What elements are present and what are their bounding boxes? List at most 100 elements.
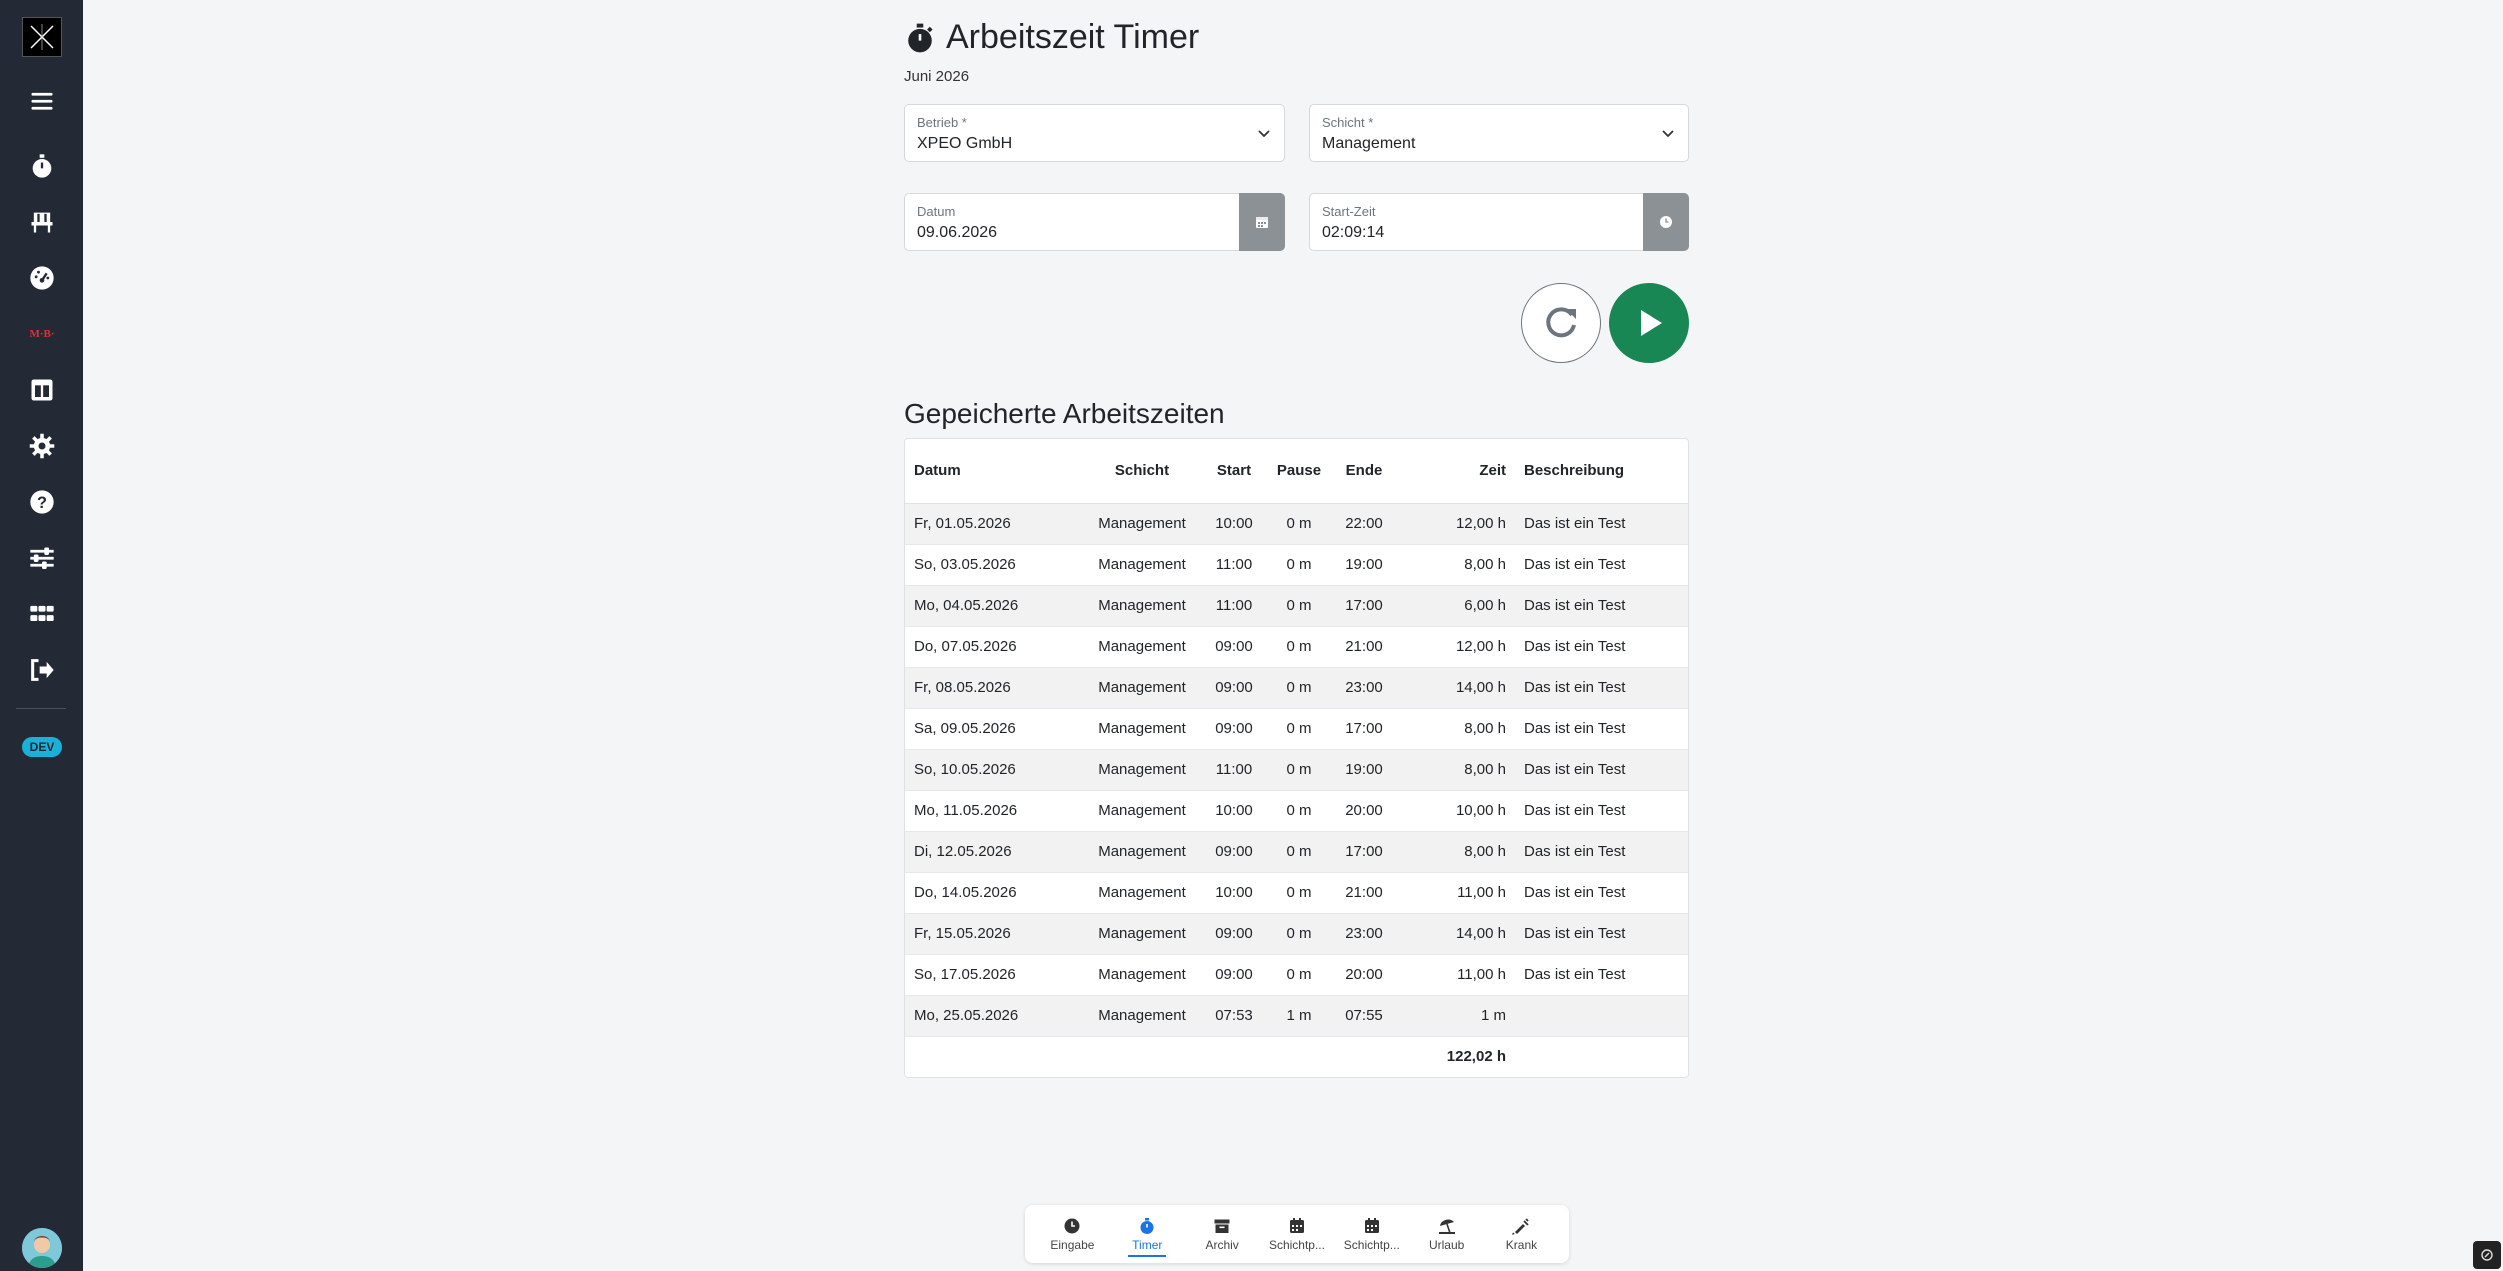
cell-ende: 20:00: [1331, 954, 1397, 996]
cell-beschreibung: Das ist ein Test: [1515, 585, 1688, 627]
nav-item-archiv[interactable]: Archiv: [1187, 1217, 1257, 1252]
cell-zeit: 6,00 h: [1397, 585, 1515, 627]
columns-icon[interactable]: [22, 370, 62, 410]
page-header: Arbeitszeit Timer: [904, 18, 1199, 57]
cell-datum: Do, 14.05.2026: [905, 872, 1083, 914]
table-row[interactable]: Do, 14.05.2026 Management 10:00 0 m 21:00 11,…: [905, 872, 1688, 914]
table-row[interactable]: Fr, 01.05.2026 Management 10:00 0 m 22:00 12,…: [905, 503, 1688, 545]
schicht-label: Schicht *: [1322, 115, 1374, 130]
nav-item-schichtp-2[interactable]: Schichtp...: [1337, 1217, 1407, 1252]
cell-ende: 19:00: [1331, 749, 1397, 791]
corner-widget-button[interactable]: [2473, 1241, 2501, 1269]
nav-item-timer[interactable]: Timer: [1112, 1217, 1182, 1257]
cell-start: 11:00: [1201, 749, 1267, 791]
col-start[interactable]: Start: [1201, 439, 1267, 504]
cell-ende: 17:00: [1331, 831, 1397, 873]
menu-icon[interactable]: [22, 81, 62, 121]
startzeit-value: 02:09:14: [1322, 224, 1385, 241]
col-datum[interactable]: Datum: [905, 439, 1083, 504]
table-row[interactable]: Sa, 09.05.2026 Management 09:00 0 m 17:00 8,0…: [905, 708, 1688, 750]
cell-start: 09:00: [1201, 708, 1267, 750]
cell-schicht: Management: [1083, 913, 1201, 955]
cell-datum: Do, 07.05.2026: [905, 626, 1083, 668]
app-logo[interactable]: [22, 17, 62, 57]
cell-beschreibung: Das ist ein Test: [1515, 503, 1688, 545]
timepicker-button[interactable]: [1643, 193, 1689, 251]
table-total-row: 122,02 h: [905, 1036, 1688, 1077]
table-row[interactable]: Do, 07.05.2026 Management 09:00 0 m 21:00 12,…: [905, 626, 1688, 668]
chevron-down-icon: [1662, 130, 1674, 138]
col-zeit[interactable]: Zeit: [1397, 439, 1515, 504]
user-avatar-icon: [22, 1228, 62, 1268]
cell-zeit: 1 m: [1397, 995, 1515, 1037]
umbrella-beach-icon: [1438, 1219, 1455, 1234]
col-ende[interactable]: Ende: [1331, 439, 1397, 504]
table-row[interactable]: So, 10.05.2026 Management 11:00 0 m 19:00 8,0…: [905, 749, 1688, 791]
cell-ende: 23:00: [1331, 913, 1397, 955]
cell-zeit: 12,00 h: [1397, 503, 1515, 545]
chair-icon[interactable]: [22, 202, 62, 242]
cell-zeit: 14,00 h: [1397, 667, 1515, 709]
nav-item-krank[interactable]: Krank: [1486, 1217, 1556, 1252]
cell-start: 10:00: [1201, 872, 1267, 914]
nav-item-urlaub[interactable]: Urlaub: [1412, 1217, 1482, 1252]
table-row[interactable]: Mo, 11.05.2026 Management 10:00 0 m 20:00 10,…: [905, 790, 1688, 832]
table-row[interactable]: Fr, 08.05.2026 Management 09:00 0 m 23:00 14,…: [905, 667, 1688, 709]
cell-pause: 0 m: [1267, 872, 1331, 914]
datum-field[interactable]: Datum 09.06.2026: [904, 193, 1285, 251]
help-icon[interactable]: ?: [22, 482, 62, 522]
table-row[interactable]: So, 17.05.2026 Management 09:00 0 m 20:00 11,…: [905, 954, 1688, 996]
cell-schicht: Management: [1083, 503, 1201, 545]
table-row[interactable]: Fr, 15.05.2026 Management 09:00 0 m 23:00 14,…: [905, 913, 1688, 955]
table-row[interactable]: So, 03.05.2026 Management 11:00 0 m 19:00 8,0…: [905, 544, 1688, 586]
table-row[interactable]: Mo, 25.05.2026 Management 07:53 1 m 07:55 1 m: [905, 995, 1688, 1037]
cell-beschreibung: Das ist ein Test: [1515, 872, 1688, 914]
sliders-icon[interactable]: [22, 538, 62, 578]
schicht-value: Management: [1322, 135, 1416, 152]
table-row[interactable]: Di, 12.05.2026 Management 09:00 0 m 17:00 8,0…: [905, 831, 1688, 873]
nav-item-eingabe[interactable]: Eingabe: [1037, 1217, 1107, 1252]
col-schicht[interactable]: Schicht: [1083, 439, 1201, 504]
dashboard-icon[interactable]: [22, 258, 62, 298]
cell-zeit: 11,00 h: [1397, 954, 1515, 996]
cell-datum: Fr, 08.05.2026: [905, 667, 1083, 709]
refresh-icon: [1546, 307, 1576, 338]
widget-icon: [2481, 1249, 2493, 1261]
col-pause[interactable]: Pause: [1267, 439, 1331, 504]
nav-item-schichtp[interactable]: Schichtp...: [1262, 1217, 1332, 1252]
cell-zeit: 14,00 h: [1397, 913, 1515, 955]
cell-ende: 21:00: [1331, 872, 1397, 914]
cell-schicht: Management: [1083, 872, 1201, 914]
start-timer-button[interactable]: [1609, 283, 1689, 363]
chevron-down-icon: [1258, 130, 1270, 138]
cell-start: 10:00: [1201, 503, 1267, 545]
cell-datum: Mo, 25.05.2026: [905, 995, 1083, 1037]
cell-schicht: Management: [1083, 626, 1201, 668]
meb-logo-icon[interactable]: M·B·: [22, 314, 62, 354]
stopwatch-icon: [1140, 1217, 1154, 1234]
gear-icon[interactable]: [22, 426, 62, 466]
startzeit-field[interactable]: Start-Zeit 02:09:14: [1309, 193, 1689, 251]
cell-pause: 0 m: [1267, 954, 1331, 996]
cell-schicht: Management: [1083, 544, 1201, 586]
apps-grid-icon[interactable]: [22, 594, 62, 634]
avatar[interactable]: [22, 1228, 62, 1268]
reset-button[interactable]: [1521, 283, 1601, 363]
cell-start: 09:00: [1201, 831, 1267, 873]
betrieb-select[interactable]: Betrieb * XPEO GmbH: [904, 104, 1285, 162]
cell-start: 07:53: [1201, 995, 1267, 1037]
stopwatch-icon[interactable]: [22, 146, 62, 186]
logout-icon[interactable]: [22, 650, 62, 690]
month-label: Juni 2026: [904, 68, 970, 85]
schicht-select[interactable]: Schicht * Management: [1309, 104, 1689, 162]
col-beschreibung[interactable]: Beschreibung: [1515, 439, 1688, 504]
table-row[interactable]: Mo, 04.05.2026 Management 11:00 0 m 17:00 6,0…: [905, 585, 1688, 627]
datepicker-button[interactable]: [1239, 193, 1285, 251]
cell-pause: 0 m: [1267, 831, 1331, 873]
nav-item-label: Schichtp...: [1268, 1237, 1325, 1252]
cell-beschreibung: Das ist ein Test: [1515, 954, 1688, 996]
cell-start: 11:00: [1201, 585, 1267, 627]
cell-pause: 0 m: [1267, 749, 1331, 791]
bottom-navigation: Eingabe Timer Archiv Schichtp... Schichtp...…: [1025, 1205, 1569, 1263]
cell-datum: So, 10.05.2026: [905, 749, 1083, 791]
